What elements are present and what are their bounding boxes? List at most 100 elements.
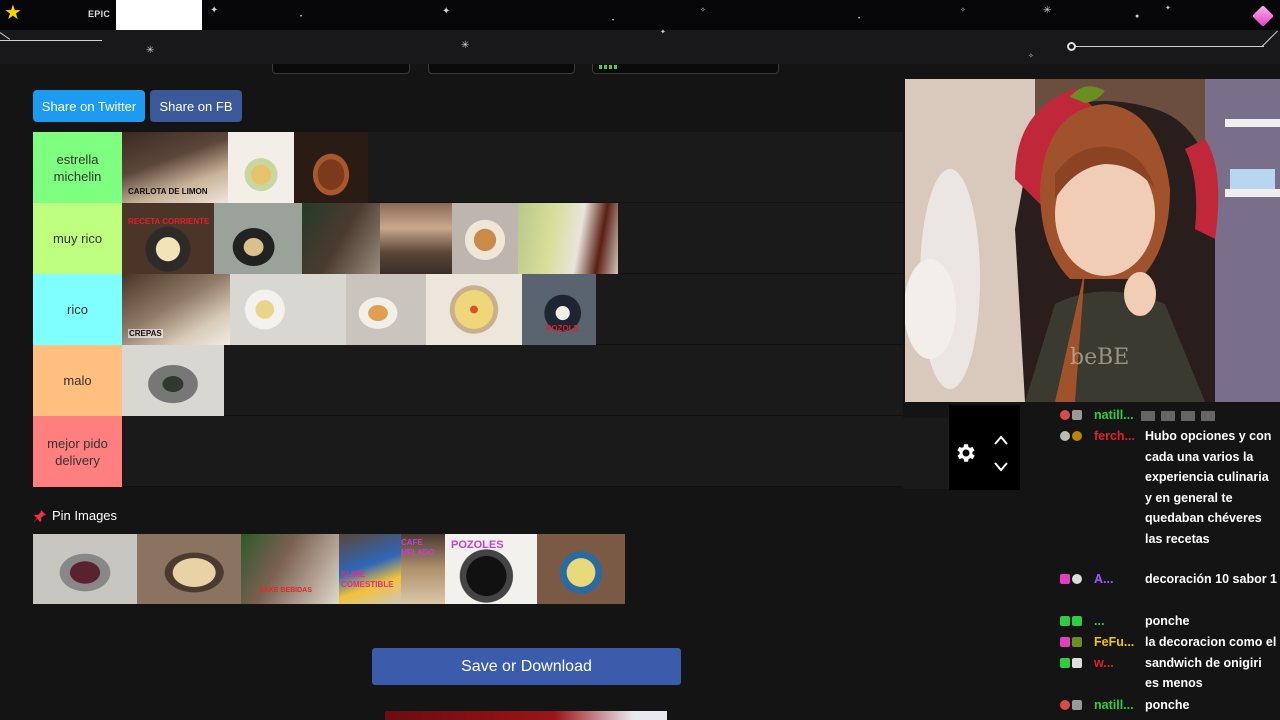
gear-icon[interactable]	[954, 441, 978, 465]
overlay-line	[1074, 46, 1264, 47]
overlay-dot	[1067, 42, 1076, 51]
tier-row[interactable]: rico CREPAS POZOLE	[33, 274, 903, 345]
image-caption: CAFE HELADO	[401, 538, 435, 557]
food-image[interactable]	[294, 132, 368, 203]
food-image[interactable]	[302, 203, 380, 274]
pinned-image[interactable]: SAKE BEBIDAS	[241, 534, 339, 604]
image-caption: CARLOTA DE LIMON	[128, 187, 208, 196]
save-download-button[interactable]: Save or Download	[372, 648, 681, 685]
tier-row-extension	[903, 418, 949, 489]
user-badges	[1060, 569, 1094, 590]
tier-row[interactable]: estrella michelin CARLOTA DE LIMON	[33, 132, 903, 203]
tier-label[interactable]: estrella michelin	[33, 132, 122, 203]
chat-username[interactable]: FeFu...	[1094, 635, 1134, 649]
pinned-image[interactable]: POZOLES	[445, 534, 537, 604]
overlay-white-box	[116, 0, 202, 30]
image-caption: CREPAS	[128, 329, 163, 338]
pinned-image[interactable]	[33, 534, 137, 604]
emote-icon	[1141, 410, 1222, 421]
share-fb-button[interactable]: Share on FB	[150, 90, 242, 122]
chevron-up-icon[interactable]	[993, 434, 1009, 446]
pin-images-title: Pin Images	[52, 508, 118, 523]
sparkle-icon: ●	[1135, 13, 1140, 20]
stream-screen: ★ EPIC ✦ • ✦ • ✧ • ✧ ✳ ● ✦ ✳ ✳ ✦ ✧ Share…	[0, 0, 1280, 720]
image-caption: POZOLES	[451, 539, 504, 551]
ad-banner[interactable]	[385, 711, 667, 720]
tier-list: estrella michelin CARLOTA DE LIMON muy r…	[33, 132, 903, 487]
chat-username[interactable]: ...	[1094, 614, 1104, 628]
food-image[interactable]	[122, 345, 224, 416]
food-image[interactable]: RECETA CORRIENTE	[122, 203, 214, 274]
webcam-video: beBE	[905, 79, 1280, 402]
overlay-band: ✳ ✳ ✦ ✧	[0, 29, 1280, 64]
tier-items[interactable]: CARLOTA DE LIMON	[122, 132, 368, 203]
sparkle-icon: ✦	[1165, 5, 1171, 12]
food-image[interactable]	[452, 203, 518, 274]
sparkle-icon: ✳	[146, 45, 155, 56]
image-caption: SLIME COMESTIBLE	[341, 570, 394, 589]
chat-text: ponche	[1145, 614, 1190, 628]
tier-items[interactable]: CREPAS POZOLE	[122, 274, 596, 345]
user-badges	[1060, 695, 1094, 716]
pin-images-list: SAKE BEBIDAS SLIME COMESTIBLE CAFE HELAD…	[33, 534, 625, 604]
food-image[interactable]	[426, 274, 522, 345]
food-image[interactable]: POZOLE	[522, 274, 596, 345]
hoodie-print: beBE	[1070, 345, 1129, 370]
chat-message: ferch... Hubo opciones y con cada una va…	[1060, 426, 1278, 576]
pinned-image[interactable]: SLIME COMESTIBLE	[339, 534, 401, 604]
tier-label[interactable]: malo	[33, 345, 122, 416]
user-badges	[1060, 632, 1094, 653]
chat-message: ... ponche	[1060, 611, 1278, 632]
chat-username[interactable]: natill...	[1094, 408, 1134, 422]
food-image[interactable]	[214, 203, 302, 274]
food-image[interactable]	[518, 203, 618, 274]
image-caption: POZOLE	[546, 324, 579, 333]
tier-label[interactable]: muy rico	[33, 203, 122, 274]
chat-message: natill... ponche	[1060, 695, 1278, 716]
user-badges	[1060, 426, 1094, 447]
food-image[interactable]	[228, 132, 294, 203]
overlay-line	[1261, 30, 1278, 47]
share-twitter-button[interactable]: Share on Twitter	[33, 90, 145, 122]
tier-label[interactable]: mejor pido delivery	[33, 416, 122, 487]
chat-message: A... decoración 10 sabor 1	[1060, 569, 1278, 590]
sparkle-icon: ✧	[960, 7, 966, 14]
sparkle-icon: ✧	[1028, 53, 1034, 60]
pinned-image[interactable]: CAFE HELADO	[401, 534, 445, 604]
chat-username[interactable]: w...	[1094, 656, 1114, 670]
user-badges	[1060, 611, 1094, 632]
pinned-image[interactable]	[137, 534, 241, 604]
tier-items[interactable]	[122, 345, 224, 416]
tier-row[interactable]: mejor pido delivery	[33, 416, 903, 487]
tier-items[interactable]: RECETA CORRIENTE	[122, 203, 618, 274]
chat-username[interactable]: natill...	[1094, 698, 1134, 712]
overlay-line	[0, 40, 102, 41]
food-image[interactable]	[380, 203, 452, 274]
webcam-frame: beBE	[905, 79, 1280, 402]
chat-text: decoración 10 sabor 1	[1145, 572, 1278, 586]
food-image[interactable]: CARLOTA DE LIMON	[122, 132, 228, 203]
tier-label[interactable]: rico	[33, 274, 122, 345]
page-top-stub	[428, 64, 575, 74]
sparkle-icon: •	[300, 14, 303, 20]
sparkle-icon: ✳	[461, 40, 470, 51]
tier-row[interactable]: muy rico RECETA CORRIENTE	[33, 203, 903, 274]
stream-chat: natill... ferch... Hubo opciones y con c…	[1054, 405, 1280, 720]
food-image[interactable]	[346, 274, 426, 345]
page-top-stub	[272, 64, 410, 74]
star-icon: ★	[4, 2, 22, 24]
chat-username[interactable]: ferch...	[1094, 429, 1135, 443]
overlay-line	[0, 32, 11, 40]
chat-message: natill...	[1060, 405, 1278, 426]
chevron-down-icon[interactable]	[993, 460, 1009, 472]
chat-text: ponche	[1145, 698, 1190, 712]
page-top-stub	[592, 64, 779, 74]
chat-username[interactable]: A...	[1094, 572, 1113, 586]
pinned-image[interactable]	[537, 534, 625, 604]
sparkle-icon: ✦	[210, 5, 219, 16]
image-caption: SAKE BEBIDAS	[259, 587, 312, 594]
food-image[interactable]	[230, 274, 346, 345]
food-image[interactable]: CREPAS	[122, 274, 230, 345]
tier-row[interactable]: malo	[33, 345, 903, 416]
chat-message: w...	[1060, 653, 1278, 674]
